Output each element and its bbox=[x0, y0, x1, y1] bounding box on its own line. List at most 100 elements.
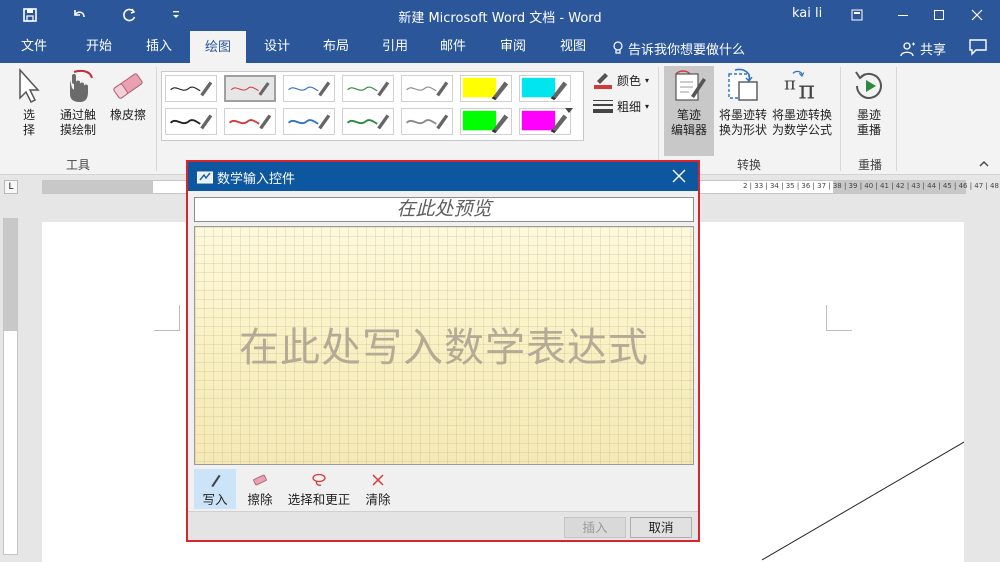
replay-group-label: 重播 bbox=[858, 158, 883, 172]
pen-icon bbox=[211, 474, 221, 487]
tab-draw[interactable]: 绘图 bbox=[190, 30, 246, 63]
ribbon-tabs: 文件 开始 插入 绘图 设计 布局 引用 邮件 审阅 视图 告诉我你想要做什么 … bbox=[0, 30, 1000, 63]
eraser-button[interactable]: 橡皮擦 bbox=[106, 68, 150, 123]
tools-group-label: 工具 bbox=[66, 158, 91, 172]
select-label: 选 择 bbox=[22, 108, 35, 137]
collapse-ribbon-icon[interactable] bbox=[978, 158, 990, 170]
eraser-icon bbox=[110, 68, 146, 104]
pen-color-button[interactable]: 颜色 ▾ bbox=[593, 71, 649, 89]
pen-preset-6[interactable] bbox=[460, 75, 512, 102]
clear-icon bbox=[372, 474, 384, 486]
pen-thickness-icon bbox=[593, 99, 613, 113]
ink-to-shape-button[interactable]: 将墨迹转 换为形状 bbox=[717, 68, 769, 138]
pen-preset-1[interactable] bbox=[165, 75, 217, 102]
tab-file[interactable]: 文件 bbox=[10, 30, 58, 63]
ink-to-math-button[interactable]: ππ 将墨迹转换 为数学公式 bbox=[771, 68, 833, 138]
ink-editor-icon bbox=[671, 68, 707, 104]
share-button[interactable]: 共享 bbox=[900, 39, 946, 58]
group-divider bbox=[156, 67, 157, 171]
ink-replay-button[interactable]: 墨迹 重播 bbox=[848, 68, 890, 138]
pen-preset-7[interactable] bbox=[519, 75, 571, 102]
pen-color-label: 颜色 bbox=[617, 73, 642, 88]
touch-draw-icon bbox=[60, 68, 96, 104]
tab-review[interactable]: 审阅 bbox=[488, 30, 538, 63]
group-divider bbox=[658, 67, 659, 171]
group-divider bbox=[840, 67, 841, 171]
insert-button[interactable]: 插入 bbox=[564, 517, 626, 538]
ruler-margin-left bbox=[43, 181, 153, 193]
pen-preset-8[interactable] bbox=[165, 108, 217, 135]
redo-icon[interactable] bbox=[117, 3, 141, 27]
crop-mark-left bbox=[154, 305, 180, 331]
dialog-title-bar[interactable]: 数学输入控件 bbox=[188, 162, 698, 191]
tab-selector[interactable]: L bbox=[4, 180, 18, 194]
clear-tool-label: 清除 bbox=[365, 492, 391, 507]
erase-tool-button[interactable]: 擦除 bbox=[240, 469, 280, 509]
pen-preset-13[interactable] bbox=[460, 108, 512, 135]
ink-editor-button[interactable]: 笔迹 编辑器 bbox=[664, 66, 714, 156]
ribbon-display-options-icon[interactable] bbox=[834, 0, 880, 30]
ribbon: 选 择 通过触 摸绘制 橡皮擦 工具 颜色 ▾ 粗细 ▾ 笔迹 编辑器 将墨迹转… bbox=[0, 63, 1000, 175]
lasso-icon bbox=[312, 473, 326, 486]
customize-toolbar-icon[interactable] bbox=[164, 3, 188, 27]
ruler-ticks: 2 | 33 | 34 | 35 | 36 | 37 | 38 | 39 | 4… bbox=[743, 182, 999, 190]
tab-insert[interactable]: 插入 bbox=[134, 30, 184, 63]
lightbulb-icon bbox=[613, 41, 623, 54]
tab-layout[interactable]: 布局 bbox=[311, 30, 361, 63]
dialog-title: 数学输入控件 bbox=[217, 172, 296, 187]
close-window-icon[interactable] bbox=[954, 0, 1000, 30]
ink-to-math-label: 将墨迹转换 为数学公式 bbox=[771, 108, 832, 137]
dialog-close-icon[interactable] bbox=[672, 169, 686, 183]
pen-preset-3[interactable] bbox=[283, 75, 335, 102]
clear-tool-button[interactable]: 清除 bbox=[360, 469, 396, 509]
select-correct-tool-label: 选择和更正 bbox=[287, 492, 351, 507]
pen-preset-10[interactable] bbox=[283, 108, 335, 135]
tab-references[interactable]: 引用 bbox=[370, 30, 420, 63]
cancel-button[interactable]: 取消 bbox=[630, 517, 692, 538]
save-icon[interactable] bbox=[18, 3, 42, 27]
user-name[interactable]: kai li bbox=[792, 6, 822, 21]
ink-replay-icon bbox=[851, 68, 887, 104]
tab-view[interactable]: 视图 bbox=[548, 30, 598, 63]
pen-preset-2[interactable] bbox=[224, 75, 276, 102]
convert-group-label: 转换 bbox=[737, 158, 762, 172]
write-tool-button[interactable]: 写入 bbox=[194, 469, 236, 509]
ink-editor-label: 笔迹 编辑器 bbox=[670, 108, 707, 137]
vertical-ruler[interactable] bbox=[3, 218, 18, 555]
ink-to-shape-icon bbox=[725, 68, 761, 104]
pen-preset-9[interactable] bbox=[224, 108, 276, 135]
tell-me-search[interactable]: 告诉我你想要做什么 bbox=[612, 39, 745, 58]
ruler-margin-top bbox=[4, 219, 17, 331]
math-input-dialog: 数学输入控件 在此处预览 在此处写入数学表达式 写入 擦除 选择和更正 清除 插… bbox=[186, 160, 700, 542]
draw-with-touch-label: 通过触 摸绘制 bbox=[59, 108, 96, 137]
select-correct-tool-button[interactable]: 选择和更正 bbox=[284, 469, 354, 509]
pen-preset-11[interactable] bbox=[342, 108, 394, 135]
pen-preset-12[interactable] bbox=[401, 108, 453, 135]
pen-preset-5[interactable] bbox=[401, 75, 453, 102]
writing-area[interactable]: 在此处写入数学表达式 bbox=[194, 226, 694, 465]
tab-home[interactable]: 开始 bbox=[74, 30, 124, 63]
person-icon bbox=[900, 41, 915, 56]
tab-design[interactable]: 设计 bbox=[252, 30, 302, 63]
eraser-icon bbox=[253, 474, 267, 486]
ink-to-shape-label: 将墨迹转 换为形状 bbox=[718, 108, 767, 137]
tab-mailings[interactable]: 邮件 bbox=[428, 30, 478, 63]
pen-gallery bbox=[161, 71, 584, 141]
svg-text:π: π bbox=[784, 74, 796, 95]
pen-thickness-button[interactable]: 粗细 ▾ bbox=[593, 98, 649, 115]
draw-with-touch-button[interactable]: 通过触 摸绘制 bbox=[56, 68, 100, 138]
preview-box: 在此处预览 bbox=[194, 197, 694, 222]
undo-icon[interactable] bbox=[67, 3, 91, 27]
svg-text:π: π bbox=[798, 76, 815, 104]
pen-preset-4[interactable] bbox=[342, 75, 394, 102]
select-button[interactable]: 选 择 bbox=[12, 68, 46, 138]
erase-tool-label: 擦除 bbox=[247, 492, 273, 507]
comments-icon[interactable] bbox=[968, 38, 988, 56]
ink-replay-label: 墨迹 重播 bbox=[856, 108, 881, 137]
ink-stroke bbox=[761, 441, 964, 561]
gallery-more-icon[interactable] bbox=[562, 103, 576, 117]
tell-me-text: 告诉我你想要做什么 bbox=[628, 43, 746, 58]
dialog-footer: 插入 取消 bbox=[188, 511, 698, 540]
eraser-label: 橡皮擦 bbox=[109, 108, 146, 122]
crop-mark-right bbox=[826, 305, 852, 331]
